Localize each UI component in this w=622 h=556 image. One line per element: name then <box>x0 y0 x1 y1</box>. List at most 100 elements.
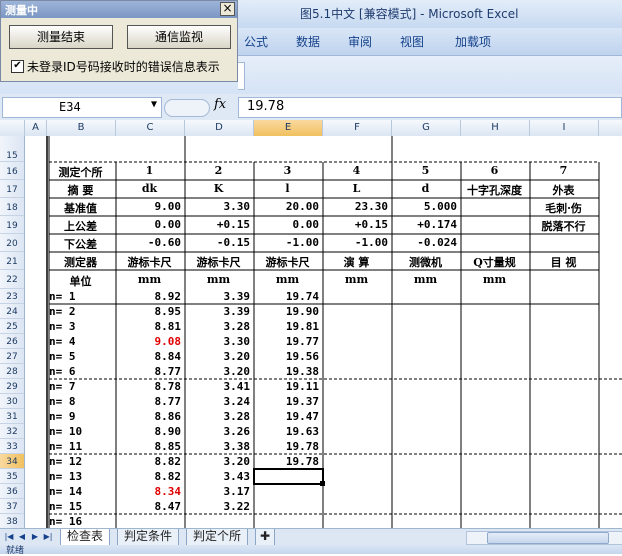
spec-cell[interactable]: 目 视 <box>532 254 595 270</box>
measurement-cell[interactable]: 3.41 <box>187 380 251 393</box>
sample-label-cell[interactable]: n= 6 <box>49 365 112 378</box>
measurement-cell[interactable]: 8.78 <box>118 380 182 393</box>
worksheet-grid[interactable]: 测定个所 1 2 3 4 5 6 7 摘 要 dk Kl Ld 十字孔深度 外表 基准值 9.00 3.30 20… <box>25 136 622 528</box>
select-all-corner[interactable] <box>0 120 25 136</box>
sample-label-cell[interactable]: n= 4 <box>49 335 112 348</box>
insert-sheet-icon[interactable]: ✚ <box>255 529 276 546</box>
tab-data[interactable]: 数据 <box>296 33 320 50</box>
header-cell[interactable]: 4 <box>325 164 388 177</box>
measurement-cell[interactable]: 19.11 <box>256 380 319 393</box>
column-header-d[interactable]: D <box>185 120 254 136</box>
spec-cell[interactable]: 9.00 <box>118 200 182 213</box>
sample-label-cell[interactable]: n= 5 <box>49 350 112 363</box>
measurement-cell[interactable]: 8.82 <box>118 470 182 483</box>
spec-cell[interactable]: 游标卡尺 <box>256 254 319 270</box>
spec-cell[interactable]: 3.30 <box>187 200 251 213</box>
spec-cell[interactable]: -0.15 <box>187 236 250 249</box>
measurement-cell[interactable]: 19.38 <box>256 365 319 378</box>
spec-cell[interactable]: -0.60 <box>118 236 181 249</box>
measurement-cell[interactable]: 19.78 <box>256 455 319 468</box>
measurement-cell[interactable]: 8.81 <box>118 320 182 333</box>
dialog-title-bar[interactable]: 测量中 × <box>1 1 237 18</box>
spec-cell[interactable]: 单位 <box>49 273 112 289</box>
horizontal-scroll-thumb[interactable] <box>487 532 609 544</box>
measurement-cell[interactable]: 3.43 <box>187 470 251 483</box>
row-header-33[interactable]: 33 <box>0 439 24 454</box>
measurement-cell[interactable]: 8.34 <box>118 485 182 498</box>
spec-cell[interactable]: mm <box>463 273 526 286</box>
prev-sheet-icon[interactable]: ◀ <box>17 530 27 544</box>
stop-measurement-button[interactable]: 测量结束 <box>9 25 113 49</box>
measurement-cell[interactable]: 8.85 <box>118 440 182 453</box>
spec-cell[interactable]: 基准值 <box>49 200 112 216</box>
measurement-cell[interactable]: 8.90 <box>118 425 182 438</box>
row-header-16[interactable]: 16 <box>0 162 24 180</box>
header-cell[interactable]: 7 <box>532 164 595 177</box>
measurement-cell[interactable]: 3.39 <box>187 290 251 303</box>
measurement-cell[interactable]: 3.17 <box>187 485 251 498</box>
row-header-29[interactable]: 29 <box>0 379 24 394</box>
spec-cell[interactable]: mm <box>325 273 388 286</box>
error-display-checkbox[interactable]: ✔ <box>11 60 24 73</box>
spec-cell[interactable]: 游标卡尺 <box>118 254 181 270</box>
column-header-b[interactable]: B <box>47 120 116 136</box>
spec-cell[interactable]: 摘 要 <box>49 182 112 198</box>
header-cell[interactable]: 2 <box>187 164 250 177</box>
spec-cell[interactable]: 测定器 <box>49 254 112 270</box>
communication-monitor-button[interactable]: 通信监视 <box>127 25 231 49</box>
spec-cell[interactable]: -0.024 <box>394 236 457 249</box>
measurement-cell[interactable]: 19.37 <box>256 395 319 408</box>
spec-cell[interactable]: 5.000 <box>394 200 457 213</box>
spec-cell[interactable]: 上公差 <box>49 218 112 234</box>
measurement-cell[interactable]: 3.30 <box>187 335 251 348</box>
header-cell[interactable]: 1 <box>118 164 181 177</box>
row-header-28[interactable]: 28 <box>0 364 24 379</box>
measurement-cell[interactable]: 19.63 <box>256 425 319 438</box>
spec-cell[interactable]: +0.15 <box>187 218 250 231</box>
spec-cell[interactable]: -1.00 <box>325 236 388 249</box>
measurement-cell[interactable]: 3.39 <box>187 305 251 318</box>
insert-function-icon[interactable]: fx <box>214 97 226 112</box>
spec-cell[interactable]: 演 算 <box>325 254 388 270</box>
name-box[interactable]: E34 ▼ <box>2 97 162 118</box>
spec-cell[interactable]: mm <box>118 273 181 286</box>
spec-cell[interactable]: +0.174 <box>394 218 457 231</box>
measurement-cell[interactable]: 3.20 <box>187 455 251 468</box>
row-header-25[interactable]: 25 <box>0 319 24 334</box>
formula-input[interactable]: 19.78 <box>238 97 622 118</box>
row-header-37[interactable]: 37 <box>0 499 24 514</box>
spec-cell[interactable]: 20.00 <box>256 200 319 213</box>
measurement-cell[interactable]: 19.56 <box>256 350 319 363</box>
sample-label-cell[interactable]: n= 13 <box>49 470 112 483</box>
spec-cell[interactable]: 外表 <box>532 182 595 198</box>
measurement-cell[interactable]: 19.81 <box>256 320 319 333</box>
row-header-38[interactable]: 38 <box>0 514 24 528</box>
measurement-cell[interactable]: 3.24 <box>187 395 251 408</box>
column-header-h[interactable]: H <box>461 120 530 136</box>
measurement-cell[interactable]: 19.77 <box>256 335 319 348</box>
sample-label-cell[interactable]: n= 11 <box>49 440 112 453</box>
last-sheet-icon[interactable]: ▶| <box>43 530 53 544</box>
measurement-cell[interactable]: 3.38 <box>187 440 251 453</box>
formula-bar-splitter[interactable] <box>164 99 210 117</box>
column-header-a[interactable]: A <box>25 120 47 136</box>
spec-cell[interactable]: mm <box>187 273 250 286</box>
spec-cell[interactable]: -1.00 <box>256 236 319 249</box>
column-header-c[interactable]: C <box>116 120 185 136</box>
spec-cell[interactable]: mm <box>256 273 319 286</box>
row-header-36[interactable]: 36 <box>0 484 24 499</box>
chevron-down-icon[interactable]: ▼ <box>151 99 157 110</box>
measurement-cell[interactable]: 3.26 <box>187 425 251 438</box>
spec-cell[interactable]: 下公差 <box>49 236 112 252</box>
column-header-g[interactable]: G <box>392 120 461 136</box>
measurement-cell[interactable]: 8.77 <box>118 365 182 378</box>
row-header-23[interactable]: 23 <box>0 289 24 304</box>
sample-label-cell[interactable]: n= 2 <box>49 305 112 318</box>
measurement-cell[interactable]: 8.47 <box>118 500 182 513</box>
row-header-32[interactable]: 32 <box>0 424 24 439</box>
spec-cell[interactable]: mm <box>394 273 457 286</box>
spec-cell[interactable]: 十字孔深度 <box>463 182 526 198</box>
column-header-e[interactable]: E <box>254 120 323 136</box>
spec-cell[interactable]: +0.15 <box>325 218 388 231</box>
measurement-cell[interactable]: 19.78 <box>256 440 319 453</box>
